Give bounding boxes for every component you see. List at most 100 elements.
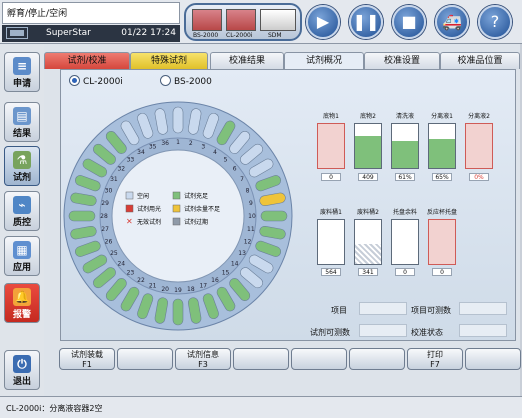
pause-button[interactable]: ❚❚ xyxy=(349,5,383,39)
stop-icon: ■ xyxy=(401,12,417,31)
bell-icon: 🔔 xyxy=(13,288,31,306)
slot-number: 26 xyxy=(105,238,113,245)
slot-number: 14 xyxy=(231,261,239,268)
reagent-icon: ⚗ xyxy=(13,151,31,169)
slot-number: 13 xyxy=(238,250,246,257)
sidebar-item-qc[interactable]: ⌁ 质控 xyxy=(4,191,40,231)
emergency-button[interactable]: 🚑 xyxy=(435,5,469,39)
slot-number: 36 xyxy=(161,140,169,147)
top-bar: 孵育/停止/空闲 SuperStar 01/22 17:24 BS-2000 C… xyxy=(0,0,522,44)
container-value: 341 xyxy=(358,268,378,276)
button-label: 试剂装载 xyxy=(71,350,103,359)
slot-number: 34 xyxy=(137,149,145,156)
radio-label: CL-2000i xyxy=(83,77,123,87)
container-label: 分离液1 xyxy=(431,113,453,120)
tab-calibrator-position[interactable]: 校准品位置 xyxy=(440,52,520,69)
item-tests-value xyxy=(459,302,507,315)
tab-calibration-settings[interactable]: 校准设置 xyxy=(364,52,440,69)
analyzer-icon xyxy=(226,9,256,31)
slot-number: 2 xyxy=(189,140,193,147)
container-separation-2[interactable] xyxy=(465,123,493,169)
start-button[interactable]: ▶ xyxy=(306,5,340,39)
container-waste-1[interactable] xyxy=(317,219,345,265)
sidebar-item-reagent[interactable]: ⚗ 试剂 xyxy=(4,146,40,186)
sidebar-item-results[interactable]: ▤ 结果 xyxy=(4,102,40,142)
container-value: 0% xyxy=(469,173,489,181)
results-icon: ▤ xyxy=(13,107,31,125)
device-label: BS-2000 xyxy=(193,32,219,39)
stop-button[interactable]: ■ xyxy=(392,5,426,39)
tab-reagent-overview[interactable]: 试剂概况 xyxy=(284,52,364,70)
slot-number: 27 xyxy=(101,226,109,233)
reagent-slot[interactable] xyxy=(172,106,184,134)
sidebar-label: 报警 xyxy=(12,310,31,320)
f2-button[interactable] xyxy=(117,348,173,370)
sidebar-label: 质控 xyxy=(12,218,31,228)
slot-number: 25 xyxy=(110,250,118,257)
slot-number: 15 xyxy=(222,270,230,277)
legend-swatch-expired xyxy=(172,217,181,226)
container-substrate-1[interactable] xyxy=(317,123,345,169)
sidebar-label: 试剂 xyxy=(12,173,31,183)
device-label: CL-2000i xyxy=(226,32,253,39)
f5-button[interactable] xyxy=(291,348,347,370)
tab-reagent-calibration[interactable]: 试剂/校准 xyxy=(44,52,130,69)
container-cuvette-tray[interactable] xyxy=(428,219,456,265)
print-button[interactable]: 打印 F7 xyxy=(407,348,463,370)
slot-number: 18 xyxy=(187,286,195,293)
slot-number: 33 xyxy=(127,156,135,163)
sidebar-label: 申请 xyxy=(12,79,31,89)
container-label: 底物2 xyxy=(360,113,376,120)
calibration-status-value xyxy=(459,324,507,337)
analyzer-radio-cl2000i[interactable]: CL-2000i xyxy=(69,75,123,87)
sidebar-item-alarm[interactable]: 🔔 报警 xyxy=(4,283,40,323)
container-wash[interactable] xyxy=(391,123,419,169)
slot-number: 3 xyxy=(201,143,205,150)
slot-number: 22 xyxy=(137,277,145,284)
tab-special-reagent[interactable]: 特殊试剂 xyxy=(130,52,208,69)
sidebar-item-apps[interactable]: ▦ 应用 xyxy=(4,236,40,276)
play-icon: ▶ xyxy=(316,12,330,31)
slot-number: 11 xyxy=(247,226,255,233)
reagent-slot[interactable] xyxy=(172,298,184,326)
slot-number: 9 xyxy=(249,200,253,207)
reagent-slot[interactable] xyxy=(68,210,96,222)
slot-number: 20 xyxy=(161,286,169,293)
reagent-slot[interactable] xyxy=(260,210,288,222)
f6-button[interactable] xyxy=(349,348,405,370)
legend-low: 试剂余量不足 xyxy=(184,205,220,213)
analyzer-radio-bs2000[interactable]: BS-2000 xyxy=(160,75,212,87)
ambulance-icon: 🚑 xyxy=(442,12,462,31)
computer-icon xyxy=(6,27,28,39)
container-label: 分离液2 xyxy=(468,113,490,120)
user-name: SuperStar xyxy=(46,28,91,38)
container-separation-1[interactable] xyxy=(428,123,456,169)
container-value: 0 xyxy=(395,268,415,276)
container-waste-2[interactable] xyxy=(354,219,382,265)
reagent-info-button[interactable]: 试剂信息 F3 xyxy=(175,348,231,370)
container-substrate-2[interactable] xyxy=(354,123,382,169)
invalid-cross-icon: ✕ xyxy=(126,217,133,226)
load-reagent-button[interactable]: 试剂装载 F1 xyxy=(59,348,115,370)
container-tray-remainder[interactable] xyxy=(391,219,419,265)
container-value: 0 xyxy=(432,268,452,276)
sidebar-label: 应用 xyxy=(12,263,31,273)
f4-button[interactable] xyxy=(233,348,289,370)
legend-expired: 试剂过期 xyxy=(184,218,208,226)
container-label: 底物1 xyxy=(323,113,339,120)
reagent-tests-value xyxy=(359,324,407,337)
slot-number: 5 xyxy=(224,156,228,163)
device-status[interactable]: BS-2000 CL-2000i SDM xyxy=(184,3,302,41)
help-button[interactable]: ? xyxy=(478,5,512,39)
main-content: 试剂/校准 特殊试剂 校准结果 试剂概况 校准设置 校准品位置 CL-2000i… xyxy=(44,44,521,396)
slot-number: 24 xyxy=(117,261,125,268)
tab-calibration-results[interactable]: 校准结果 xyxy=(210,52,284,69)
sidebar-item-exit[interactable]: ⏻ 退出 xyxy=(4,350,40,390)
legend-swatch-low xyxy=(172,204,181,213)
f8-button[interactable] xyxy=(465,348,521,370)
reagent-tests-label: 试剂可测数 xyxy=(310,328,350,337)
container-label: 废料桶2 xyxy=(357,209,379,216)
status-bar: CL-2000i：分离液容器2空 xyxy=(0,396,522,418)
reagent-disk[interactable]: 1 2 34567891011121314151617181920212223242… xyxy=(61,90,303,342)
sidebar-item-request[interactable]: ≡ 申请 xyxy=(4,52,40,92)
